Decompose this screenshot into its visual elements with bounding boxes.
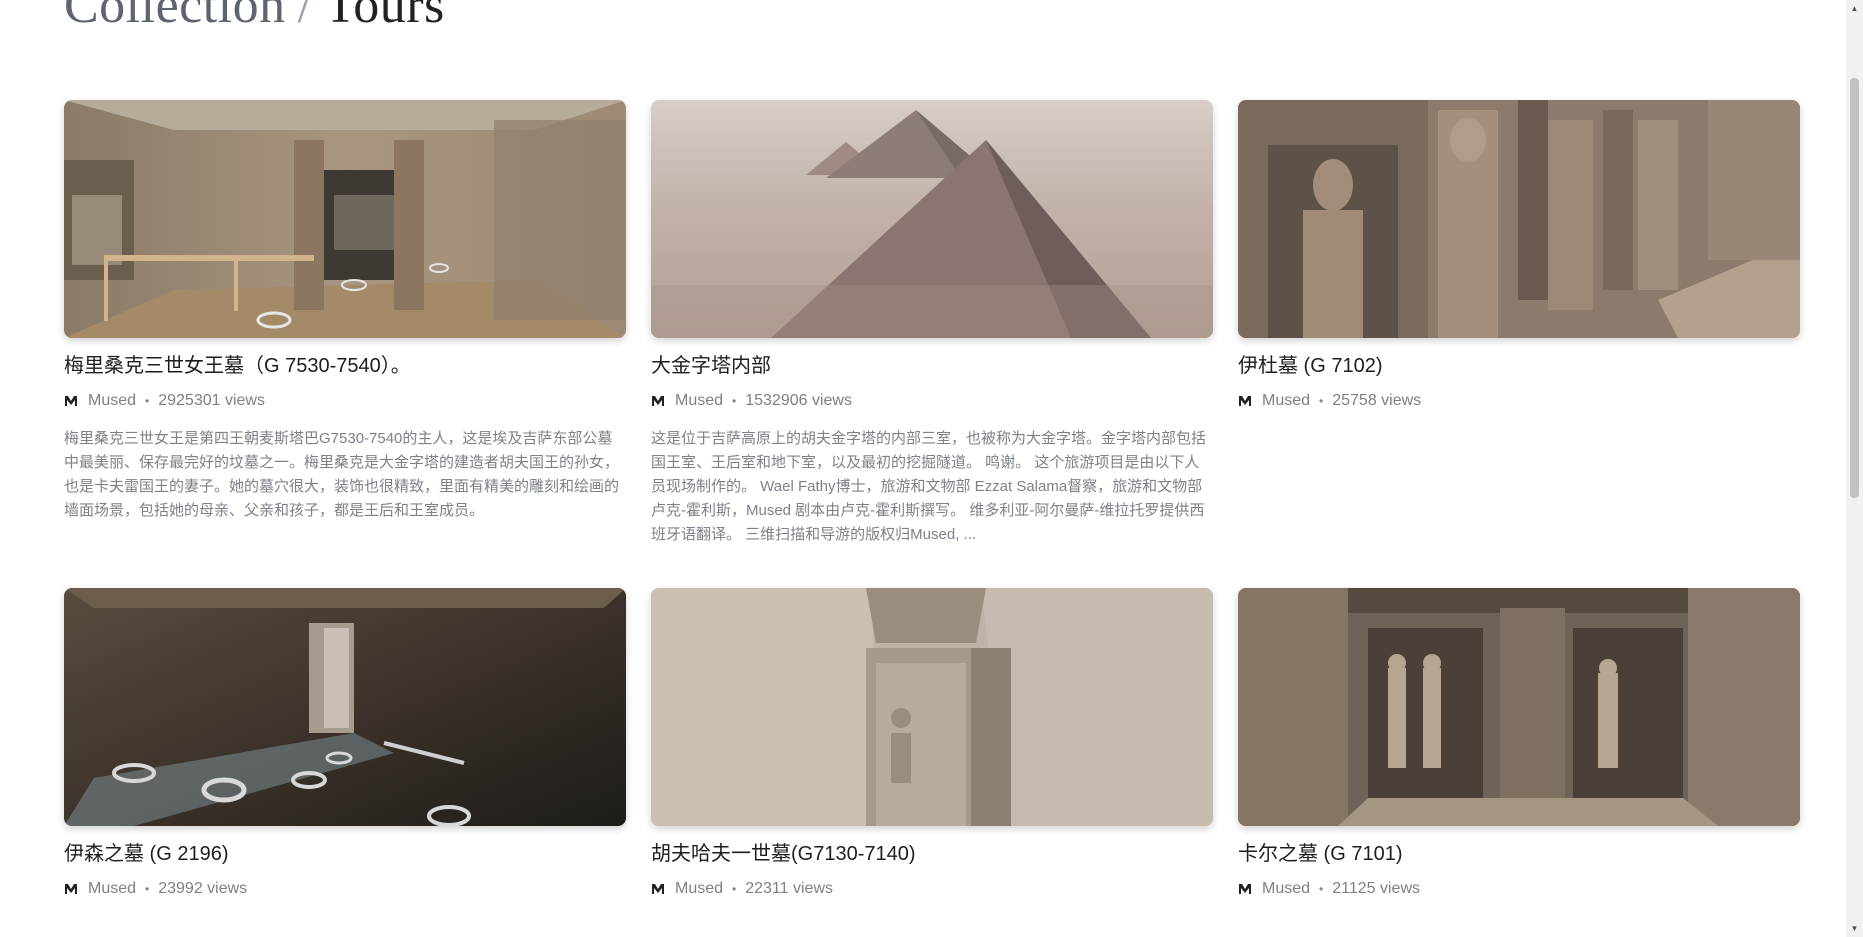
tour-thumbnail[interactable] [1238, 100, 1800, 338]
tour-views: 23992 views [158, 880, 248, 897]
tour-thumbnail[interactable] [64, 588, 626, 826]
tour-meta: Mused • 25758 views [1238, 391, 1800, 411]
tour-title[interactable]: 梅里桑克三世女王墓（G 7530-7540）。 [64, 353, 626, 379]
breadcrumb-current: Tours [324, 0, 445, 34]
tour-author[interactable]: Mused [675, 879, 723, 899]
tour-title[interactable]: 胡夫哈夫一世墓(G7130-7140) [651, 841, 1213, 867]
mused-logo-icon [651, 882, 665, 896]
tour-title[interactable]: 伊森之墓 (G 2196) [64, 841, 626, 867]
mused-logo-icon [1238, 882, 1252, 896]
tour-card[interactable]: 卡尔之墓 (G 7101) Mused • 21125 views [1238, 588, 1800, 899]
tomb-interior-image [64, 100, 626, 338]
meta-separator: • [145, 394, 150, 408]
breadcrumb-separator: / [297, 0, 313, 34]
tour-meta: Mused • 22311 views [651, 879, 1213, 899]
meta-separator: • [1319, 394, 1324, 408]
tour-thumbnail[interactable] [1238, 588, 1800, 826]
tour-thumbnail[interactable] [64, 100, 626, 338]
tour-views: 22311 views [745, 880, 833, 897]
pyramid-image [651, 100, 1213, 338]
tour-card[interactable]: 伊森之墓 (G 2196) Mused • 23992 views [64, 588, 626, 899]
meta-separator: • [732, 882, 737, 896]
tour-card[interactable]: 大金字塔内部 Mused • 1532906 views 这是位于吉萨高原上的胡… [651, 100, 1213, 547]
tour-views: 25758 views [1332, 392, 1422, 409]
relief-wall-image [651, 588, 1213, 826]
mused-logo-icon [651, 394, 665, 408]
statue-niche-image [1238, 100, 1800, 338]
tour-author[interactable]: Mused [88, 391, 136, 411]
breadcrumb-collection[interactable]: Collection [64, 0, 286, 34]
tour-card[interactable]: 梅里桑克三世女王墓（G 7530-7540）。 Mused • 2925301 … [64, 100, 626, 523]
tour-thumbnail[interactable] [651, 588, 1213, 826]
tour-title[interactable]: 大金字塔内部 [651, 353, 1213, 379]
tour-thumbnail[interactable] [651, 100, 1213, 338]
tour-description: 梅里桑克三世女王是第四王朝麦斯塔巴G7530-7540的主人，这是埃及吉萨东部公… [64, 430, 620, 519]
mused-logo-icon [64, 394, 78, 408]
page-title: Collection / Tours [64, 0, 445, 36]
tour-views: 21125 views [1332, 880, 1420, 897]
dark-tomb-image [64, 588, 626, 826]
statue-chamber-image [1238, 588, 1800, 826]
meta-separator: • [732, 394, 737, 408]
tour-description: 这是位于吉萨高原上的胡夫金字塔的内部三室，也被称为大金字塔。金字塔内部包括国王室… [651, 430, 1207, 543]
mused-logo-icon [64, 882, 78, 896]
tour-views: 1532906 views [745, 392, 852, 409]
tour-meta: Mused • 21125 views [1238, 879, 1800, 899]
tour-author[interactable]: Mused [1262, 879, 1310, 899]
vertical-scrollbar[interactable]: ▲ ▼ [1846, 0, 1863, 937]
tour-card[interactable]: 伊杜墓 (G 7102) Mused • 25758 views [1238, 100, 1800, 411]
tour-card[interactable]: 胡夫哈夫一世墓(G7130-7140) Mused • 22311 views [651, 588, 1213, 899]
tour-author[interactable]: Mused [88, 879, 136, 899]
tour-author[interactable]: Mused [1262, 391, 1310, 411]
tour-meta: Mused • 1532906 views [651, 391, 1213, 411]
tour-author[interactable]: Mused [675, 391, 723, 411]
tour-views: 2925301 views [158, 392, 265, 409]
meta-separator: • [1319, 882, 1324, 896]
meta-separator: • [145, 882, 150, 896]
tour-title[interactable]: 伊杜墓 (G 7102) [1238, 353, 1800, 379]
scrollbar-thumb[interactable] [1850, 78, 1859, 498]
scroll-down-arrow-icon[interactable]: ▼ [1846, 920, 1863, 937]
tour-meta: Mused • 2925301 views [64, 391, 626, 411]
scroll-up-arrow-icon[interactable]: ▲ [1846, 0, 1863, 17]
tour-title[interactable]: 卡尔之墓 (G 7101) [1238, 841, 1800, 867]
mused-logo-icon [1238, 394, 1252, 408]
tour-meta: Mused • 23992 views [64, 879, 626, 899]
